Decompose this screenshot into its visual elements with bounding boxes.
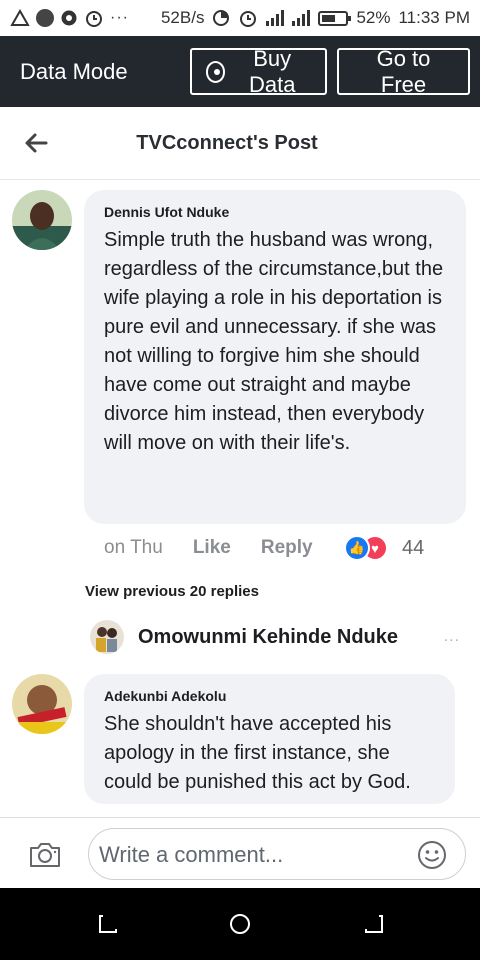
- comment-author[interactable]: Adekunbi Adekolu: [104, 688, 435, 704]
- status-left-icons: ···: [10, 8, 129, 28]
- signal-icon: [266, 10, 285, 26]
- data-mode-title: Data Mode: [20, 58, 128, 84]
- back-arrow-icon[interactable]: [22, 129, 50, 157]
- more-icon: ...: [443, 628, 460, 645]
- avatar[interactable]: [12, 190, 72, 250]
- comment-text: Simple truth the husband was wrong, rega…: [104, 229, 444, 454]
- comment-actions: on Thu Like Reply: [104, 537, 313, 559]
- like-reaction-icon: 👍: [344, 535, 370, 561]
- avatar[interactable]: [12, 674, 72, 734]
- go-to-free-button[interactable]: Go to Free: [337, 46, 470, 97]
- view-previous-replies-link[interactable]: View previous 20 replies: [85, 583, 259, 600]
- comment-text: She shouldn't have accepted his apology …: [104, 713, 411, 793]
- battery-percent: 52%: [356, 8, 391, 27]
- comment-bubble: Adekunbi Adekolu She shouldn't have acce…: [84, 674, 455, 804]
- system-nav-bar: [0, 888, 480, 960]
- reply-avatar: [90, 620, 124, 654]
- reply-preview[interactable]: Omowunmi Kehinde Nduke ...: [90, 620, 460, 654]
- data-mode-bar: Data Mode Buy Data Go to Free: [0, 36, 480, 107]
- page-title: TVCconnect's Post: [136, 131, 318, 154]
- post-header: TVCconnect's Post: [0, 107, 480, 180]
- clock: 11:33 PM: [398, 8, 470, 27]
- net-speed: 52B/s: [160, 8, 205, 27]
- signal-icon-2: [292, 10, 311, 26]
- alarm-clock-icon: [240, 11, 257, 27]
- comment-input-wrapper: [88, 828, 466, 880]
- home-icon[interactable]: [228, 912, 252, 936]
- reaction-count: 44: [402, 536, 425, 559]
- comment-bubble: Dennis Ufot Nduke Simple truth the husba…: [84, 190, 466, 524]
- comment-composer: [0, 817, 480, 888]
- reply-button[interactable]: Reply: [261, 537, 313, 559]
- more-notifications-icon: ···: [110, 9, 129, 26]
- reaction-summary[interactable]: 👍 ♥ 44: [344, 535, 424, 561]
- data-mode-actions: Buy Data Go to Free: [190, 45, 470, 97]
- broadcast-icon: [206, 60, 226, 83]
- app-circle-icon: [36, 9, 54, 27]
- data-saver-icon: [213, 10, 230, 26]
- back-icon[interactable]: [362, 912, 386, 936]
- warning-icon: [10, 9, 30, 26]
- like-button[interactable]: Like: [193, 537, 231, 559]
- recent-apps-icon[interactable]: [96, 912, 120, 936]
- alarm-icon: [86, 11, 102, 27]
- comment-time: on Thu: [104, 537, 163, 558]
- buy-data-button[interactable]: Buy Data: [190, 45, 327, 97]
- comment-author[interactable]: Dennis Ufot Nduke: [104, 204, 446, 220]
- status-right-icons: 52B/s 52% 11:33 PM: [161, 8, 470, 28]
- status-bar: ··· 52B/s 52% 11:33 PM: [0, 0, 480, 36]
- reply-author-name: Omowunmi Kehinde Nduke: [138, 625, 399, 648]
- emoji-icon[interactable]: [417, 840, 447, 870]
- messenger-icon: [61, 10, 77, 26]
- camera-icon[interactable]: [28, 841, 62, 869]
- buy-data-label: Buy Data: [248, 45, 296, 97]
- battery-icon: [318, 10, 352, 26]
- comment-input[interactable]: [99, 837, 399, 873]
